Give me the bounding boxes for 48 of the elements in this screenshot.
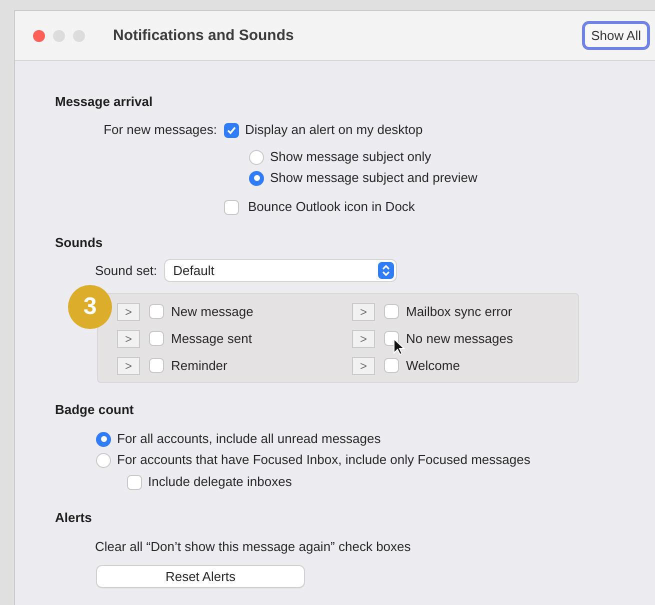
radio-button[interactable]	[96, 452, 111, 468]
checkbox[interactable]	[149, 331, 164, 346]
play-button[interactable]: >	[117, 302, 140, 320]
checkbox-label: Reminder	[171, 358, 228, 374]
checkbox-label: Display an alert on my desktop	[245, 122, 423, 138]
close-button[interactable]	[33, 30, 45, 42]
radio-button[interactable]	[249, 170, 264, 186]
field-label: For new messages:	[102, 122, 218, 138]
checkbox-label: New message	[171, 304, 254, 320]
checkbox[interactable]	[224, 200, 239, 214]
play-button[interactable]: >	[352, 330, 375, 348]
radio-label: For accounts that have Focused Inbox, include only Focused messages	[117, 452, 530, 468]
play-button[interactable]: >	[117, 356, 140, 374]
step-badge: 3	[68, 285, 112, 329]
checkbox-label: Mailbox sync error	[406, 304, 512, 320]
section-heading: Alerts	[55, 510, 93, 526]
radio-button[interactable]	[96, 432, 111, 446]
checkbox-label: Bounce Outlook icon in Dock	[248, 199, 415, 215]
radio-label: Show message subject only	[270, 149, 432, 165]
section-heading: Sounds	[55, 235, 104, 251]
play-button[interactable]: >	[117, 330, 140, 348]
radio-label: Show message subject and preview	[270, 170, 478, 186]
sound-set-dropdown[interactable]: Default	[165, 260, 396, 281]
field-label: Sound set:	[95, 262, 158, 278]
description-text: Clear all “Don’t show this message again” check boxes	[95, 539, 412, 555]
checkbox[interactable]	[384, 358, 399, 373]
play-button[interactable]: >	[352, 356, 375, 374]
dropdown-value: Default	[173, 262, 216, 278]
checkbox-label: Include delegate inboxes	[148, 474, 292, 490]
reset-alerts-button[interactable]: Reset Alerts	[97, 566, 304, 587]
checkbox[interactable]	[149, 304, 164, 319]
section-heading: Message arrival	[55, 94, 154, 110]
section-heading: Badge count	[55, 402, 135, 418]
show-all-button[interactable]: Show All	[582, 21, 650, 50]
window-title: Notifications and Sounds	[113, 28, 294, 44]
checkbox[interactable]	[224, 122, 239, 138]
checkbox[interactable]	[384, 304, 399, 319]
checkbox-label: No new messages	[406, 330, 513, 346]
radio-button[interactable]	[249, 150, 264, 164]
play-button[interactable]: >	[352, 302, 375, 320]
checkbox-label: Message sent	[171, 330, 252, 346]
checkbox-label: Welcome	[406, 358, 460, 374]
radio-label: For all accounts, include all unread messages	[117, 431, 381, 447]
dropdown-arrows-icon	[378, 262, 394, 279]
checkbox[interactable]	[149, 358, 164, 373]
checkmark-icon	[226, 124, 237, 136]
checkbox[interactable]	[127, 474, 142, 490]
mouse-pointer-icon	[393, 338, 405, 356]
